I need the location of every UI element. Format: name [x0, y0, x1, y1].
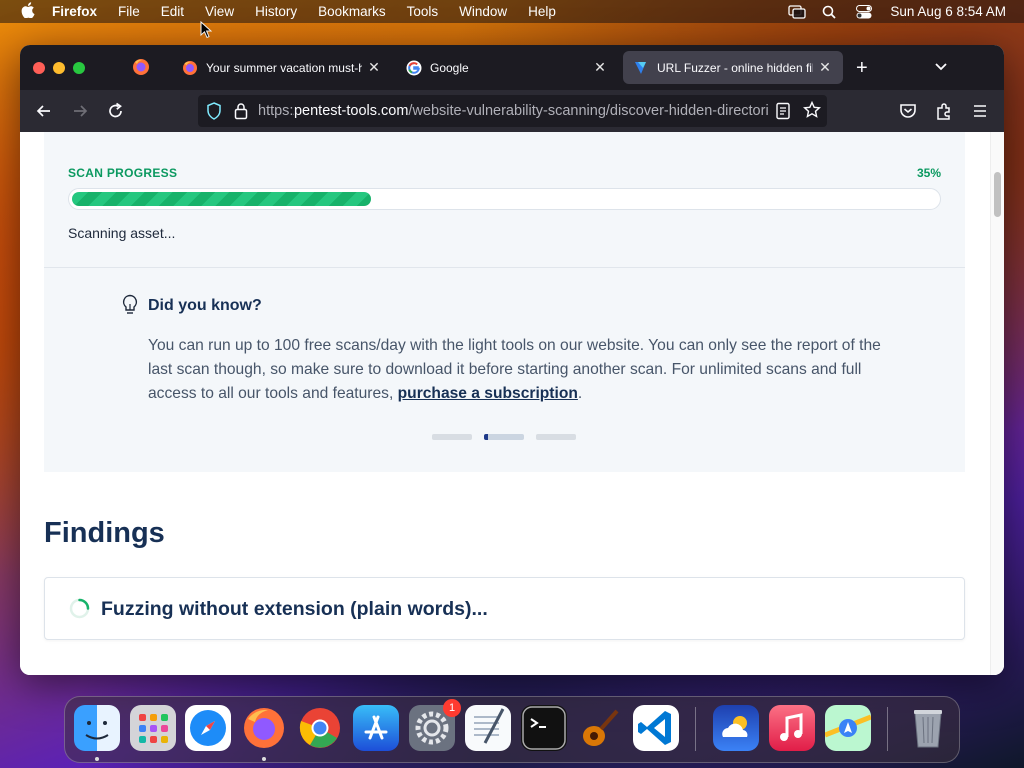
menu-file[interactable]: File — [118, 4, 140, 19]
close-window-button[interactable] — [33, 61, 45, 74]
maps-icon[interactable] — [824, 705, 872, 751]
url-path: /website-vulnerability-scanning/discover… — [408, 103, 768, 119]
tab-bar: Your summer vacation must-hav ✕ Google ✕… — [20, 45, 1004, 90]
reader-view-icon[interactable] — [775, 102, 791, 124]
page-content: SCAN PROGRESS 35% Scanning asset... Did … — [20, 132, 1004, 675]
menubar-clock[interactable]: Sun Aug 6 8:54 AM — [890, 4, 1006, 19]
tab-title: Your summer vacation must-hav — [206, 60, 362, 75]
tab-vacation[interactable]: Your summer vacation must-hav ✕ — [172, 51, 392, 84]
launchpad-icon[interactable] — [130, 705, 176, 751]
findings-heading: Findings — [44, 517, 165, 549]
tip-body-end: . — [577, 385, 583, 402]
carousel-indicators — [432, 434, 576, 440]
pocket-icon[interactable] — [898, 101, 918, 121]
tip-title: Did you know? — [148, 297, 262, 314]
dock-separator — [695, 707, 696, 751]
vscode-icon[interactable] — [633, 705, 679, 751]
trash-icon[interactable] — [905, 705, 951, 751]
close-tab-icon[interactable]: ✕ — [366, 59, 382, 76]
terminal-icon[interactable] — [521, 705, 567, 751]
reload-icon[interactable] — [106, 101, 126, 121]
apple-icon[interactable] — [18, 2, 38, 21]
list-all-tabs-icon[interactable] — [934, 59, 948, 77]
new-tab-icon[interactable]: + — [856, 57, 868, 80]
screen-mirroring-icon[interactable] — [788, 4, 807, 19]
close-tab-icon[interactable]: ✕ — [592, 59, 608, 76]
menu-tools[interactable]: Tools — [407, 4, 439, 19]
forward-icon[interactable] — [70, 101, 90, 121]
pentest-tools-icon — [633, 60, 649, 76]
purchase-subscription-link[interactable]: purchase a subscription — [398, 385, 578, 402]
music-icon[interactable] — [769, 705, 815, 751]
lock-icon[interactable] — [234, 102, 248, 120]
tip-body: You can run up to 100 free scans/day wit… — [148, 334, 900, 406]
menu-edit[interactable]: Edit — [161, 4, 184, 19]
running-indicator — [262, 757, 266, 761]
scan-progress-panel: SCAN PROGRESS 35% Scanning asset... Did … — [44, 132, 965, 472]
tab-url-fuzzer[interactable]: URL Fuzzer - online hidden file & direct… — [623, 51, 843, 84]
scan-progress-label: SCAN PROGRESS — [68, 166, 178, 180]
divider — [44, 267, 965, 268]
menu-app-name[interactable]: Firefox — [52, 4, 97, 19]
menu-bookmarks[interactable]: Bookmarks — [318, 4, 386, 19]
pinned-tab-firefox-icon[interactable] — [132, 58, 152, 78]
scan-progress-percent: 35% — [916, 166, 941, 180]
zoom-window-button[interactable] — [73, 61, 85, 74]
menu-history[interactable]: History — [255, 4, 297, 19]
close-tab-icon[interactable]: ✕ — [817, 59, 833, 76]
finder-icon[interactable] — [74, 705, 120, 751]
url-text[interactable]: https://pentest-tools.com/website-vulner… — [258, 103, 768, 119]
minimize-window-button[interactable] — [53, 61, 65, 74]
finding-card: Fuzzing without extension (plain words).… — [44, 577, 965, 640]
tab-google[interactable]: Google ✕ — [396, 51, 618, 84]
system-settings-icon[interactable]: 1 — [409, 699, 461, 751]
menu-window[interactable]: Window — [459, 4, 507, 19]
chrome-icon[interactable] — [297, 705, 343, 751]
finding-title: Fuzzing without extension (plain words).… — [101, 598, 488, 620]
mouse-cursor-icon — [200, 20, 213, 44]
scan-progress-fill — [72, 192, 371, 206]
tab-title: Google — [430, 60, 469, 75]
url-host: pentest-tools.com — [293, 103, 409, 119]
scrollbar-thumb[interactable] — [994, 172, 1001, 217]
navigation-toolbar: https://pentest-tools.com/website-vulner… — [20, 90, 1004, 132]
carousel-dot[interactable] — [432, 434, 472, 440]
guitar-icon[interactable] — [577, 705, 623, 751]
carousel-dot-active[interactable] — [484, 434, 524, 440]
browser-window: Your summer vacation must-hav ✕ Google ✕… — [20, 45, 1004, 675]
loading-spinner-icon — [69, 598, 90, 619]
firefox-icon — [182, 60, 198, 76]
lightbulb-icon — [121, 294, 139, 316]
textedit-icon[interactable] — [465, 705, 511, 751]
scan-status-text: Scanning asset... — [68, 225, 176, 241]
bookmark-star-icon[interactable] — [802, 100, 822, 123]
page-scrollbar[interactable] — [990, 132, 1004, 675]
spotlight-search-icon[interactable] — [822, 5, 838, 19]
window-controls — [33, 61, 85, 74]
scan-progress-bar — [68, 188, 941, 210]
firefox-icon[interactable] — [241, 705, 287, 751]
extensions-icon[interactable] — [934, 101, 954, 121]
url-scheme: https:// — [258, 103, 294, 119]
dock: 1 — [64, 696, 960, 763]
tracking-protection-shield-icon[interactable] — [206, 102, 222, 120]
weather-icon[interactable] — [713, 705, 759, 751]
app-store-icon[interactable] — [353, 705, 399, 751]
running-indicator — [95, 757, 99, 761]
back-icon[interactable] — [34, 101, 54, 121]
url-bar[interactable]: https://pentest-tools.com/website-vulner… — [198, 95, 827, 127]
safari-icon[interactable] — [185, 705, 231, 751]
control-center-icon[interactable] — [856, 4, 873, 19]
notification-badge: 1 — [443, 699, 461, 717]
menu-bar: Firefox File Edit View History Bookmarks… — [0, 0, 1024, 23]
menu-view[interactable]: View — [205, 4, 234, 19]
tab-title: URL Fuzzer - online hidden file & direct… — [657, 60, 813, 75]
menu-help[interactable]: Help — [528, 4, 556, 19]
dock-separator — [887, 707, 888, 751]
google-icon — [406, 60, 422, 76]
carousel-dot[interactable] — [536, 434, 576, 440]
hamburger-menu-icon[interactable] — [970, 101, 990, 121]
